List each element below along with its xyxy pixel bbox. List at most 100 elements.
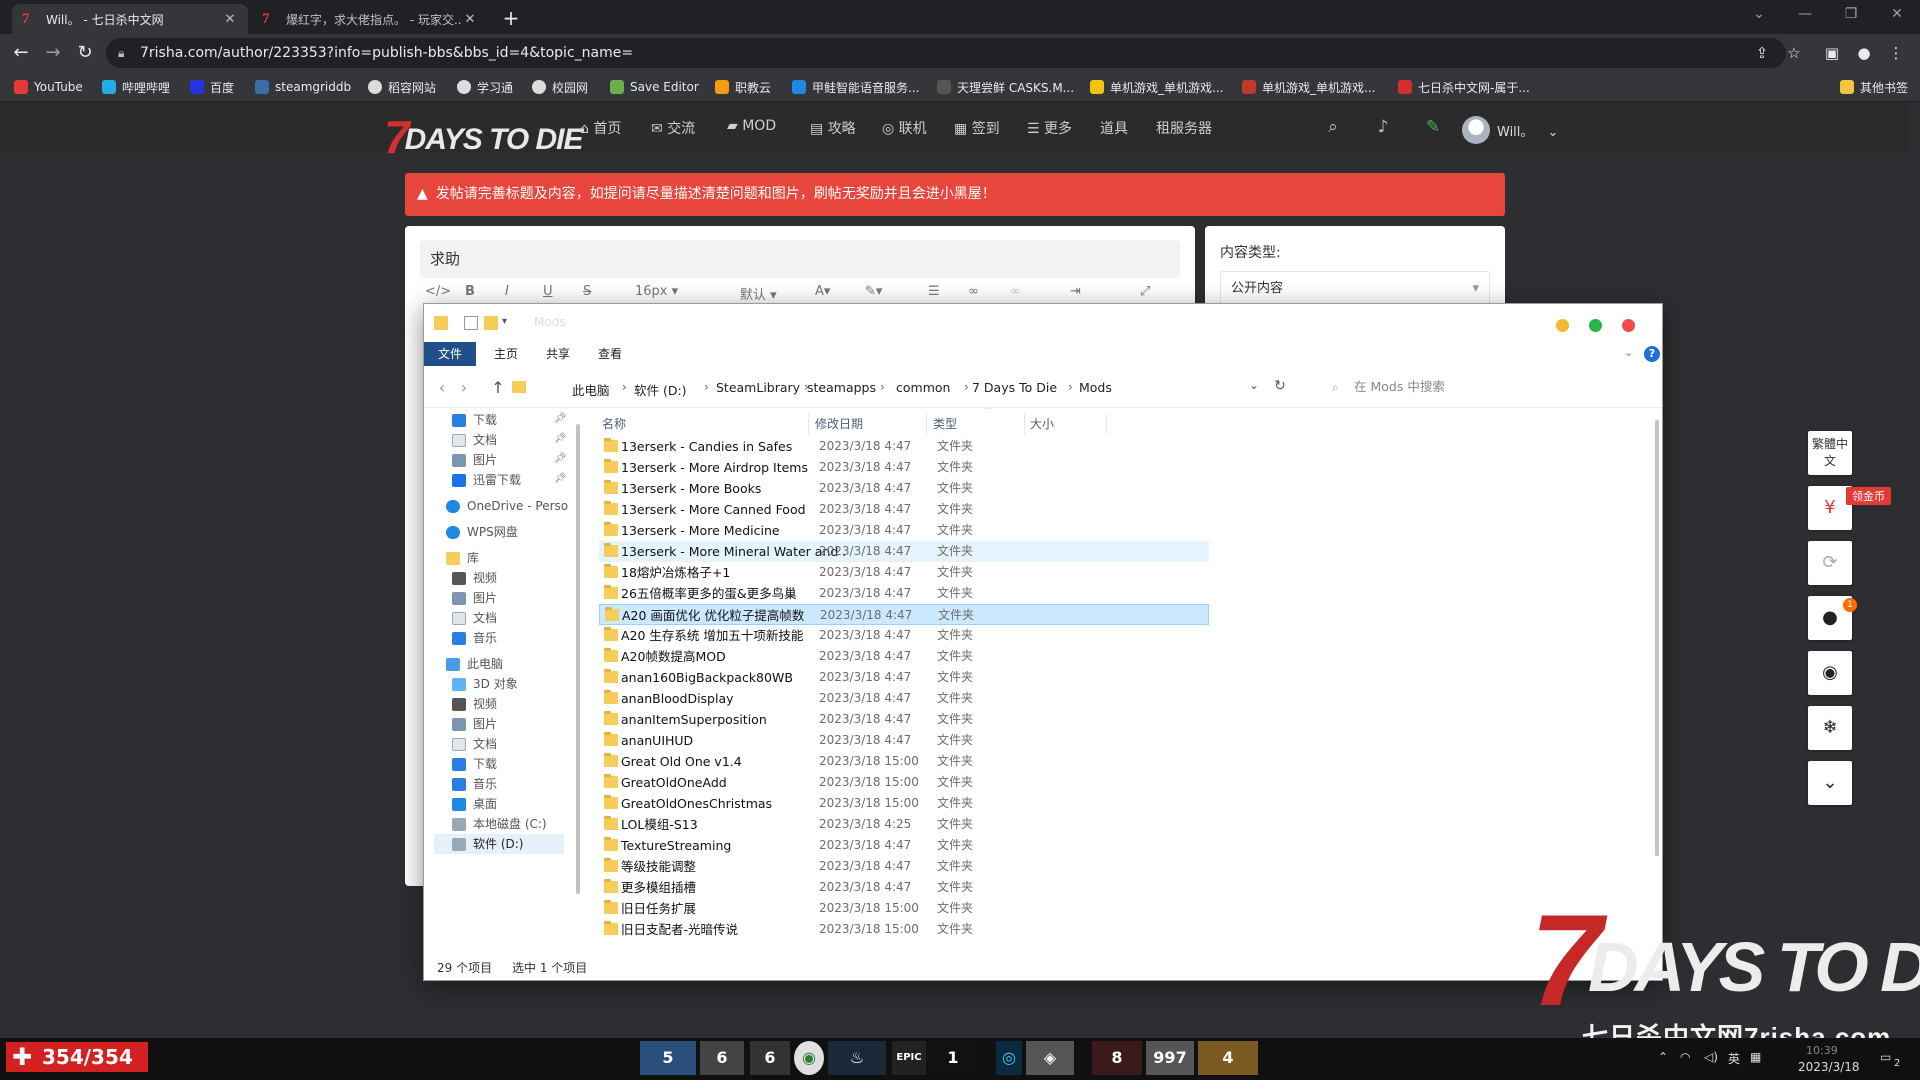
- expand-ribbon-icon[interactable]: ⌄: [1624, 346, 1633, 359]
- table-row[interactable]: 13erserk - More Books 2023/3/18 4:47 文件夹: [599, 478, 1209, 499]
- column-header-date[interactable]: 修改日期: [812, 414, 927, 434]
- bookmark-item[interactable]: 甲鲑智能语音服务...: [792, 78, 919, 96]
- minimize-button[interactable]: [1556, 319, 1569, 332]
- breadcrumb-item[interactable]: 此电脑: [572, 380, 610, 399]
- bookmark-item[interactable]: steamgriddb: [255, 78, 351, 96]
- taskbar-app[interactable]: 8: [1092, 1041, 1142, 1075]
- table-row[interactable]: 26五倍概率更多的蛋&更多鸟巢 2023/3/18 4:47 文件夹: [599, 583, 1209, 604]
- properties-icon[interactable]: [464, 316, 478, 330]
- nav-item-documents[interactable]: 文档: [452, 430, 497, 450]
- site-logo[interactable]: 7DAYS TO DIE: [384, 106, 584, 163]
- avatar[interactable]: [1462, 116, 1490, 144]
- tab-view[interactable]: 查看: [588, 342, 632, 366]
- pin-icon[interactable]: 📌︎: [554, 473, 567, 484]
- app-icon[interactable]: ◎: [996, 1041, 1022, 1075]
- other-bookmarks[interactable]: 其他书签: [1840, 78, 1908, 96]
- taskbar-app[interactable]: 5: [640, 1041, 696, 1075]
- bookmark-item[interactable]: 单机游戏_单机游戏...: [1242, 78, 1375, 96]
- italic-icon[interactable]: I: [505, 284, 509, 299]
- share-icon[interactable]: ⇪: [1750, 42, 1774, 66]
- table-row[interactable]: 等级技能调整 2023/3/18 4:47 文件夹: [599, 856, 1209, 877]
- table-row[interactable]: Great Old One v1.4 2023/3/18 15:00 文件夹: [599, 751, 1209, 772]
- nav-item-drive-d[interactable]: 软件 (D:): [434, 834, 564, 854]
- highlight-icon[interactable]: ✎▾: [865, 284, 882, 299]
- new-folder-icon[interactable]: [484, 316, 498, 330]
- language-toggle-button[interactable]: 繁體中文: [1808, 431, 1852, 475]
- keyboard-icon[interactable]: ▦: [1750, 1050, 1761, 1064]
- taskbar-app[interactable]: 4: [1198, 1041, 1258, 1075]
- bookmark-item[interactable]: 校园网: [532, 78, 588, 96]
- bookmark-item[interactable]: 天理尝鲜 CASKS.M...: [937, 78, 1074, 96]
- nav-more[interactable]: ☰ 更多: [1027, 118, 1072, 138]
- fullscreen-icon[interactable]: ⤢: [1140, 284, 1150, 299]
- breadcrumb-item[interactable]: SteamLibrary: [716, 380, 800, 395]
- table-row[interactable]: 13erserk - More Airdrop Items 2023/3/18 4…: [599, 457, 1209, 478]
- bookmark-item[interactable]: 职教云: [715, 78, 771, 96]
- bookmark-star-icon[interactable]: ☆: [1782, 42, 1806, 66]
- pin-icon[interactable]: 📌︎: [554, 413, 567, 424]
- nav-item-this-pc[interactable]: 此电脑: [446, 654, 503, 674]
- content-type-select[interactable]: 公开内容 ▾: [1220, 271, 1490, 305]
- file-list-scrollbar[interactable]: [1652, 408, 1662, 948]
- bold-icon[interactable]: B: [465, 284, 475, 299]
- tray-overflow-icon[interactable]: ⌃: [1658, 1050, 1668, 1064]
- table-row[interactable]: ananBloodDisplay 2023/3/18 4:47 文件夹: [599, 688, 1209, 709]
- nav-item-documents-pc[interactable]: 文档: [452, 734, 497, 754]
- nav-item-lib-documents[interactable]: 文档: [452, 608, 497, 628]
- address-bar[interactable]: 🔒︎ 7risha.com/author/223353?info=publish…: [106, 38, 1786, 68]
- customize-quick-access-icon[interactable]: ▾: [502, 316, 516, 330]
- nav-rent-server[interactable]: 租服务器: [1156, 118, 1212, 138]
- network-icon[interactable]: ◠: [1680, 1050, 1690, 1064]
- nav-guide[interactable]: ▤ 攻略: [810, 118, 856, 138]
- breadcrumb-item[interactable]: 7 Days To Die: [972, 380, 1057, 395]
- coin-badge[interactable]: 领金币: [1846, 487, 1891, 505]
- tab-home[interactable]: 主页: [484, 342, 528, 366]
- nav-item-onedrive[interactable]: OneDrive - Perso: [446, 496, 568, 516]
- table-row[interactable]: 13erserk - More Canned Food 2023/3/18 4:4…: [599, 499, 1209, 520]
- nav-item-downloads[interactable]: 下载: [452, 410, 497, 430]
- table-row[interactable]: LOL模组-S13 2023/3/18 4:25 文件夹: [599, 814, 1209, 835]
- nav-item-lib-music[interactable]: 音乐: [452, 628, 497, 648]
- close-button[interactable]: [1622, 319, 1635, 332]
- minimize-button[interactable]: —: [1782, 0, 1828, 30]
- tab-file[interactable]: 文件: [424, 342, 476, 366]
- refresh-icon[interactable]: ↻: [1270, 378, 1290, 394]
- back-icon[interactable]: ‹: [432, 378, 452, 397]
- breadcrumb-item[interactable]: common: [896, 380, 950, 395]
- nav-item-3d-objects[interactable]: 3D 对象: [452, 674, 518, 694]
- edit-post-icon[interactable]: ✎: [1422, 116, 1444, 138]
- snowflake-icon[interactable]: ❄: [1808, 706, 1852, 750]
- tab-share[interactable]: 共享: [536, 342, 580, 366]
- help-icon[interactable]: ?: [1644, 346, 1660, 362]
- table-row[interactable]: 更多模组插槽 2023/3/18 4:47 文件夹: [599, 877, 1209, 898]
- bookmark-item[interactable]: YouTube: [14, 78, 83, 96]
- table-row[interactable]: 13erserk - More Mineral Water and ... 202…: [599, 541, 1209, 562]
- link-icon[interactable]: ∞: [968, 284, 979, 299]
- underline-icon[interactable]: U: [543, 284, 553, 299]
- nav-item-pictures[interactable]: 图片: [452, 450, 497, 470]
- volume-icon[interactable]: ◁): [1704, 1050, 1718, 1064]
- table-row[interactable]: A20 生存系统 增加五十项新技能 2023/3/18 4:47 文件夹: [599, 625, 1209, 646]
- nav-home[interactable]: ⌂ 首页: [580, 118, 621, 138]
- bookmark-item[interactable]: 学习通: [457, 78, 513, 96]
- table-row[interactable]: anan160BigBackpack80WB 2023/3/18 4:47 文件夹: [599, 667, 1209, 688]
- unlink-icon[interactable]: ∞: [1010, 284, 1021, 299]
- table-row[interactable]: 13erserk - More Medicine 2023/3/18 4:47 文件…: [599, 520, 1209, 541]
- column-header-name[interactable]: 名称: [599, 414, 809, 434]
- chevron-down-icon[interactable]: ⌄: [1808, 761, 1852, 805]
- notification-bell-icon[interactable]: ♪: [1372, 116, 1394, 138]
- breadcrumb-item[interactable]: 软件 (D:): [634, 380, 687, 399]
- font-size-select[interactable]: 16px ▾: [635, 284, 678, 299]
- pin-icon[interactable]: 📌︎: [554, 433, 567, 444]
- bookmark-item[interactable]: 七日杀中文网-属于...: [1398, 78, 1530, 96]
- nav-item-lib-videos[interactable]: 视频: [452, 568, 497, 588]
- nav-item-lib-pictures[interactable]: 图片: [452, 588, 497, 608]
- nav-checkin[interactable]: ▦ 签到: [954, 118, 1000, 138]
- bookmark-item[interactable]: 哔哩哔哩: [102, 78, 170, 96]
- taskbar-app[interactable]: 997: [1146, 1041, 1194, 1075]
- font-color-icon[interactable]: A▾: [815, 284, 830, 299]
- steam-icon[interactable]: ♨: [828, 1041, 886, 1075]
- table-row[interactable]: GreatOldOneAdd 2023/3/18 15:00 文件夹: [599, 772, 1209, 793]
- tab-forum-post[interactable]: 7 爆红字，求大佬指点。 - 玩家交... ✕: [252, 4, 488, 34]
- nav-forum[interactable]: ✉ 交流: [651, 118, 695, 138]
